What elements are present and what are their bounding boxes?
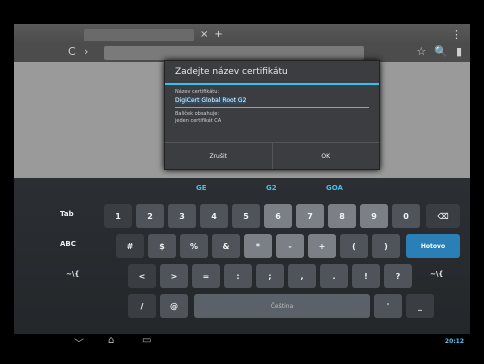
abc-key[interactable]: ABC xyxy=(60,240,76,248)
key[interactable]: * xyxy=(244,234,272,258)
keyboard-row-numbers: Tab 1 2 3 4 5 6 7 8 9 0 ⌫ xyxy=(14,202,470,230)
suggestion-strip: GE G2 GOA xyxy=(14,178,470,202)
done-key[interactable]: Hotovo xyxy=(406,234,460,258)
keyboard-row-punctuation: ~\{ < > = : ; , . ! ? ~\{ xyxy=(14,262,470,290)
back-icon[interactable]: ﹀ xyxy=(74,335,84,350)
key[interactable]: 8 xyxy=(328,204,356,228)
key[interactable]: ' xyxy=(374,294,402,318)
key[interactable]: % xyxy=(180,234,208,258)
certificate-name-value: DigiCert Global Root G2 xyxy=(175,97,247,104)
new-tab-icon[interactable]: + xyxy=(214,29,222,41)
dialog-title: Zadejte název certifikátu xyxy=(175,67,288,77)
key[interactable]: ? xyxy=(384,264,412,288)
recent-apps-icon[interactable]: ▭ xyxy=(142,335,151,346)
soft-keyboard: GE G2 GOA Tab 1 2 3 4 5 6 7 8 9 0 ⌫ ABC … xyxy=(14,178,470,334)
key[interactable]: < xyxy=(128,264,156,288)
certificate-name-field[interactable]: DigiCert Global Root G2 xyxy=(175,97,369,108)
key[interactable]: / xyxy=(128,294,156,318)
key[interactable]: @ xyxy=(160,294,188,318)
bookmarks-icon[interactable]: ▮ xyxy=(456,45,462,58)
more-symbols-key-right[interactable]: ~\{ xyxy=(430,270,443,278)
key[interactable]: 4 xyxy=(200,204,228,228)
key[interactable]: ( xyxy=(340,234,368,258)
home-icon[interactable]: ⌂ xyxy=(108,335,114,346)
forward-icon[interactable]: › xyxy=(84,45,88,58)
key[interactable]: 6 xyxy=(264,204,292,228)
key[interactable]: ) xyxy=(372,234,400,258)
suggestion-item[interactable]: GE xyxy=(196,184,207,192)
key[interactable]: - xyxy=(276,234,304,258)
keyboard-row-bottom: / @ Čeština ' _ xyxy=(14,292,470,320)
browser-topbar: × + C › ☆ 🔍 ▮ ⋮ xyxy=(14,24,470,62)
suggestion-item[interactable]: G2 xyxy=(266,184,277,192)
key[interactable]: 5 xyxy=(232,204,260,228)
cancel-button[interactable]: Zrušit xyxy=(165,143,272,169)
key[interactable]: 1 xyxy=(104,204,132,228)
ok-button[interactable]: OK xyxy=(271,143,380,169)
key[interactable]: 0 xyxy=(392,204,420,228)
suggestion-item[interactable]: GOA xyxy=(326,184,343,192)
certificate-name-label: Název certifikátu: xyxy=(175,89,220,95)
tab-key[interactable]: Tab xyxy=(60,210,74,218)
key[interactable]: & xyxy=(212,234,240,258)
certificate-name-dialog: Zadejte název certifikátu Název certifik… xyxy=(164,60,380,170)
backspace-key[interactable]: ⌫ xyxy=(426,204,460,228)
key[interactable]: 7 xyxy=(296,204,324,228)
device-screen: × + C › ☆ 🔍 ▮ ⋮ Zadejte název certifikát… xyxy=(14,24,470,350)
key[interactable]: 2 xyxy=(136,204,164,228)
key[interactable]: _ xyxy=(406,294,434,318)
status-clock: 20:12 xyxy=(444,338,464,345)
key[interactable]: . xyxy=(320,264,348,288)
tab-strip: × + xyxy=(84,28,384,42)
key[interactable]: + xyxy=(308,234,336,258)
key[interactable]: # xyxy=(116,234,144,258)
reload-icon[interactable]: C xyxy=(68,45,76,58)
key[interactable]: > xyxy=(160,264,188,288)
more-symbols-key-left[interactable]: ~\{ xyxy=(66,270,79,278)
browser-tab[interactable] xyxy=(84,29,194,41)
overflow-menu-icon[interactable]: ⋮ xyxy=(451,28,462,41)
key[interactable]: ! xyxy=(352,264,380,288)
package-value: jeden certifikát CA xyxy=(175,118,222,124)
package-label: Balíček obsahuje: xyxy=(175,111,219,117)
key[interactable]: ; xyxy=(256,264,284,288)
key[interactable]: , xyxy=(288,264,316,288)
system-navigation-bar: ﹀ ⌂ ▭ 20:12 xyxy=(14,334,470,350)
key[interactable]: $ xyxy=(148,234,176,258)
key[interactable]: : xyxy=(224,264,252,288)
key[interactable]: 9 xyxy=(360,204,388,228)
address-bar[interactable] xyxy=(104,46,364,60)
keyboard-row-symbols: ABC # $ % & * - + ( ) Hotovo xyxy=(14,232,470,260)
space-key[interactable]: Čeština xyxy=(194,294,370,318)
close-tab-icon[interactable]: × xyxy=(200,29,208,41)
key[interactable]: 3 xyxy=(168,204,196,228)
dialog-title-divider xyxy=(165,83,379,85)
search-icon[interactable]: 🔍 xyxy=(434,45,448,58)
bookmark-star-icon[interactable]: ☆ xyxy=(416,45,426,58)
key[interactable]: = xyxy=(192,264,220,288)
